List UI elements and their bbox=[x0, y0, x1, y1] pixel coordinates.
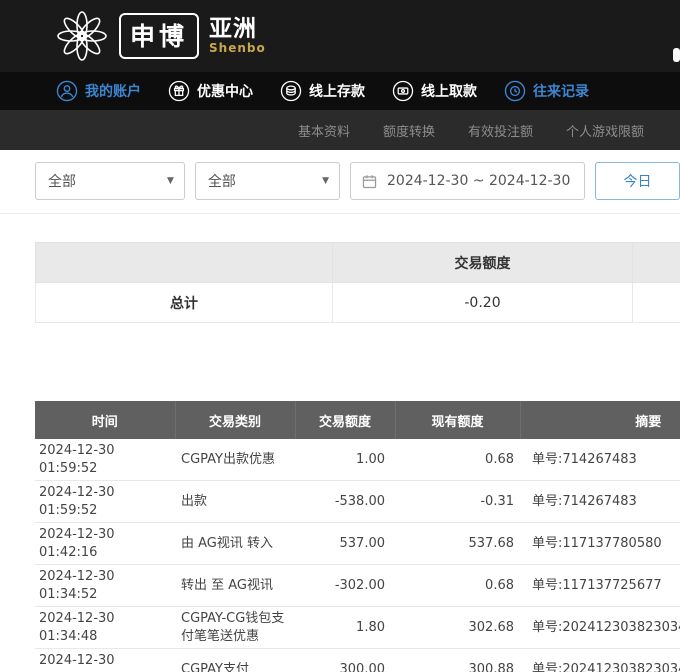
cell-summary: 单号:714267483 bbox=[520, 439, 680, 481]
user-icon bbox=[56, 80, 78, 102]
summary-total-label: 总计 bbox=[36, 283, 333, 323]
subnav-item-valid-bets[interactable]: 有效投注额 bbox=[468, 121, 533, 140]
cell-time: 2024-12-30 01:59:52 bbox=[35, 439, 175, 481]
top-header: 申博 亚洲 Shenbo bbox=[0, 0, 680, 72]
subnav-item-basic-info[interactable]: 基本资料 bbox=[298, 121, 350, 140]
table-row: 2024-12-30 01:59:52CGPAY出款优惠1.000.68单号:7… bbox=[35, 439, 680, 481]
cell-type: 转出 至 AG视讯 bbox=[175, 565, 295, 607]
filter-select-2[interactable]: 全部 ▼ bbox=[195, 162, 340, 200]
transactions-header-row: 时间 交易类别 交易额度 现有额度 摘要 bbox=[35, 401, 680, 439]
cell-time: 2024-12-30 01:34:52 bbox=[35, 565, 175, 607]
brand-logo[interactable]: 申博 亚洲 Shenbo bbox=[55, 9, 266, 63]
chevron-down-icon: ▼ bbox=[322, 176, 329, 186]
cell-time: 2024-12-30 01:34:48 bbox=[35, 649, 175, 672]
cell-summary: 单号:117137725677 bbox=[520, 565, 680, 607]
transactions-table: 时间 交易类别 交易额度 现有额度 摘要 2024-12-30 01:59:52… bbox=[35, 401, 680, 672]
page: 申博 亚洲 Shenbo 我的账户 bbox=[0, 0, 680, 672]
table-row: 2024-12-30 01:42:16由 AG视讯 转入537.00537.68… bbox=[35, 523, 680, 565]
nav-item-promotions[interactable]: 优惠中心 bbox=[168, 80, 253, 102]
nav-item-my-account[interactable]: 我的账户 bbox=[56, 80, 141, 102]
transactions-section: 时间 交易类别 交易额度 现有额度 摘要 2024-12-30 01:59:52… bbox=[35, 401, 680, 672]
cell-balance: 0.68 bbox=[395, 565, 520, 607]
cell-summary: 单号:202412303823034 bbox=[520, 607, 680, 649]
cell-amount: -538.00 bbox=[295, 481, 395, 523]
lotus-logo-icon bbox=[55, 9, 109, 63]
subnav-item-credit-transfer[interactable]: 额度转换 bbox=[383, 121, 435, 140]
cell-type: CGPAY支付 bbox=[175, 649, 295, 672]
summary-total-row: 总计 -0.20 bbox=[36, 283, 680, 323]
cell-amount: 537.00 bbox=[295, 523, 395, 565]
cell-time: 2024-12-30 01:34:48 bbox=[35, 607, 175, 649]
brand-subtitle: Shenbo bbox=[209, 42, 266, 55]
col-amount: 交易额度 bbox=[295, 401, 395, 439]
summary-header-empty bbox=[633, 243, 680, 283]
nav-item-label: 往来记录 bbox=[533, 81, 589, 101]
cell-summary: 单号:117137780580 bbox=[520, 523, 680, 565]
summary-header-row: 交易额度 bbox=[36, 243, 680, 283]
summary-header-empty bbox=[36, 243, 333, 283]
col-time: 时间 bbox=[35, 401, 175, 439]
cell-type: 由 AG视讯 转入 bbox=[175, 523, 295, 565]
nav-item-label: 我的账户 bbox=[85, 81, 141, 101]
date-range-input[interactable]: 2024-12-30 ~ 2024-12-30 bbox=[350, 162, 585, 200]
table-row: 2024-12-30 01:34:48CGPAY-CG钱包支付笔笔送优惠1.80… bbox=[35, 607, 680, 649]
cell-summary: 单号:202412303823034 bbox=[520, 649, 680, 672]
filter-select-1-value: 全部 bbox=[48, 171, 76, 191]
summary-total-value: -0.20 bbox=[333, 283, 633, 323]
summary-empty-cell bbox=[633, 283, 680, 323]
nav-item-label: 线上存款 bbox=[309, 81, 365, 101]
transactions-body: 2024-12-30 01:59:52CGPAY出款优惠1.000.68单号:7… bbox=[35, 439, 680, 672]
col-type: 交易类别 bbox=[175, 401, 295, 439]
summary-section: 交易额度 总计 -0.20 bbox=[35, 242, 680, 323]
summary-header-amount: 交易额度 bbox=[333, 243, 633, 283]
subnav-item-game-limits[interactable]: 个人游戏限额 bbox=[566, 121, 644, 140]
main-nav: 我的账户 优惠中心 线上存款 bbox=[0, 72, 680, 110]
cell-amount: -302.00 bbox=[295, 565, 395, 607]
cell-amount: 300.00 bbox=[295, 649, 395, 672]
table-row: 2024-12-30 01:59:52出款-538.00-0.31单号:7142… bbox=[35, 481, 680, 523]
table-row: 2024-12-30 01:34:52转出 至 AG视讯-302.000.68单… bbox=[35, 565, 680, 607]
cell-amount: 1.00 bbox=[295, 439, 395, 481]
cell-type: CGPAY出款优惠 bbox=[175, 439, 295, 481]
cell-time: 2024-12-30 01:59:52 bbox=[35, 481, 175, 523]
cell-balance: 0.68 bbox=[395, 439, 520, 481]
cell-balance: 300.88 bbox=[395, 649, 520, 672]
cell-balance: -0.31 bbox=[395, 481, 520, 523]
date-range-value: 2024-12-30 ~ 2024-12-30 bbox=[387, 173, 570, 189]
cell-summary: 单号:714267483 bbox=[520, 481, 680, 523]
records-icon bbox=[504, 80, 526, 102]
nav-item-records[interactable]: 往来记录 bbox=[504, 80, 589, 102]
sub-nav: 基本资料 额度转换 有效投注额 个人游戏限额 bbox=[0, 110, 680, 150]
nav-item-label: 线上取款 bbox=[421, 81, 477, 101]
cell-time: 2024-12-30 01:42:16 bbox=[35, 523, 175, 565]
brand-name-boxed: 申博 bbox=[119, 13, 199, 59]
summary-table: 交易额度 总计 -0.20 bbox=[35, 242, 680, 323]
cell-type: CGPAY-CG钱包支付笔笔送优惠 bbox=[175, 607, 295, 649]
calendar-icon bbox=[361, 173, 378, 190]
filter-select-1[interactable]: 全部 ▼ bbox=[35, 162, 185, 200]
deposit-icon bbox=[280, 80, 302, 102]
withdraw-icon bbox=[392, 80, 414, 102]
gift-icon bbox=[168, 80, 190, 102]
cell-type: 出款 bbox=[175, 481, 295, 523]
table-row: 2024-12-30 01:34:48CGPAY支付300.00300.88单号… bbox=[35, 649, 680, 672]
scrollbar-thumb[interactable] bbox=[673, 48, 680, 62]
nav-item-deposit[interactable]: 线上存款 bbox=[280, 80, 365, 102]
filter-bar: 全部 ▼ 全部 ▼ 2024-12-30 ~ 2024-12-30 今日 bbox=[0, 150, 680, 214]
nav-item-label: 优惠中心 bbox=[197, 81, 253, 101]
nav-item-withdraw[interactable]: 线上取款 bbox=[392, 80, 477, 102]
col-balance: 现有额度 bbox=[395, 401, 520, 439]
cell-amount: 1.80 bbox=[295, 607, 395, 649]
today-button[interactable]: 今日 bbox=[595, 162, 680, 200]
cell-balance: 537.68 bbox=[395, 523, 520, 565]
filter-select-2-value: 全部 bbox=[208, 171, 236, 191]
chevron-down-icon: ▼ bbox=[167, 176, 174, 186]
brand-region-label: 亚洲 bbox=[209, 17, 266, 42]
col-summary: 摘要 bbox=[520, 401, 680, 439]
cell-balance: 302.68 bbox=[395, 607, 520, 649]
